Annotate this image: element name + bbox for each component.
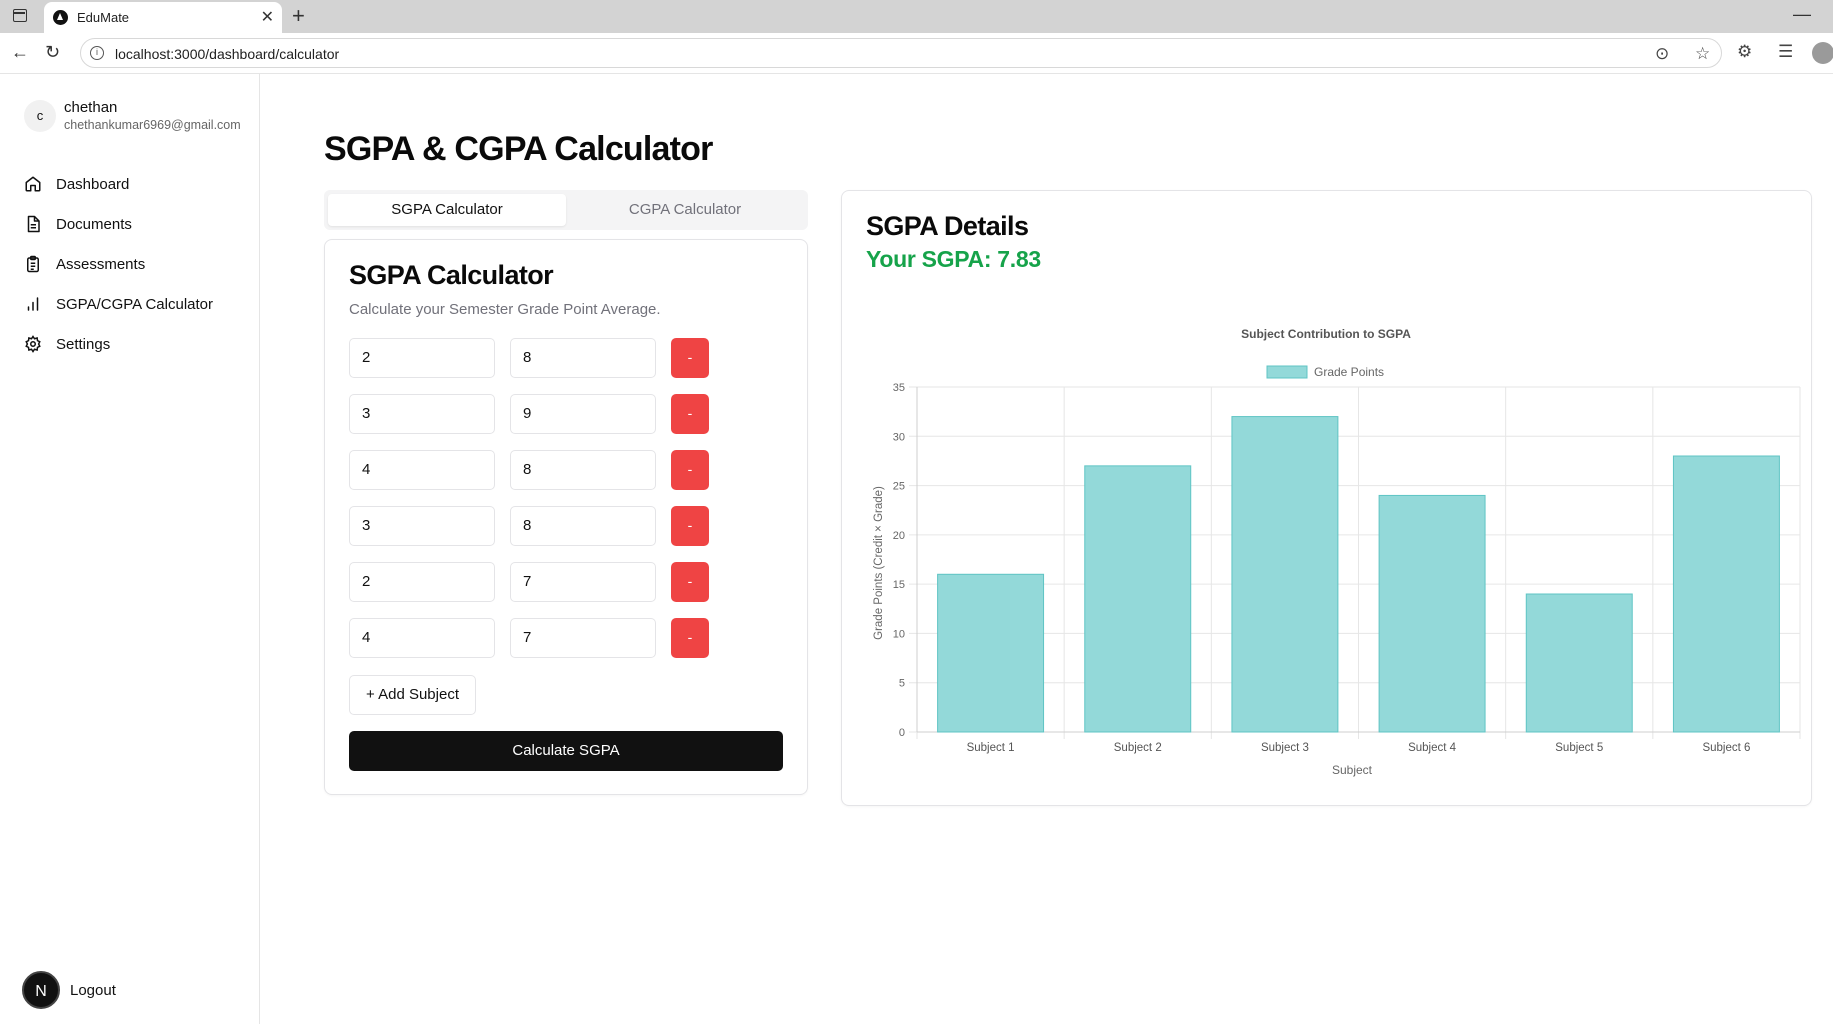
credits-input[interactable]: 4 xyxy=(349,618,495,658)
sidebar-item-label: SGPA/CGPA Calculator xyxy=(56,295,214,313)
reader-mode-icon[interactable]: ⊙ xyxy=(1655,44,1669,64)
sidebar-item-assessments[interactable]: Assessments xyxy=(24,252,244,276)
credits-input[interactable]: 4 xyxy=(349,450,495,490)
clipboard-icon xyxy=(27,255,39,273)
sidebar: c chethan chethankumar6969@gmail.com Das… xyxy=(0,74,260,1024)
remove-subject-button[interactable]: - xyxy=(671,562,709,602)
chart-title: Subject Contribution to SGPA xyxy=(1241,327,1411,341)
favorite-star-icon[interactable]: ☆ xyxy=(1695,44,1710,64)
profile-avatar-icon[interactable] xyxy=(1812,42,1833,64)
tab-sgpa-calculator[interactable]: SGPA Calculator xyxy=(328,194,566,226)
y-axis-label: Grade Points (Credit × Grade) xyxy=(873,486,885,640)
sidebar-item-label: Documents xyxy=(56,215,132,233)
site-info-icon[interactable]: i xyxy=(90,46,104,60)
sidebar-item-documents[interactable]: Documents xyxy=(24,212,244,236)
tab-title: EduMate xyxy=(77,10,130,25)
grade-input[interactable]: 8 xyxy=(510,338,656,378)
calculate-sgpa-button[interactable]: Calculate SGPA xyxy=(349,731,783,771)
favorites-icon[interactable]: ☰ xyxy=(1778,42,1793,62)
calculator-card-title: SGPA Calculator xyxy=(349,260,554,290)
bar-1 xyxy=(937,573,1045,733)
x-axis-label: Subject xyxy=(1332,763,1373,777)
new-tab-icon[interactable]: + xyxy=(292,3,305,29)
y-tick-label: 15 xyxy=(893,579,905,591)
x-tick-label: Subject 5 xyxy=(1555,742,1603,754)
tab-cgpa-calculator[interactable]: CGPA Calculator xyxy=(566,194,804,226)
sidebar-item-dashboard[interactable]: Dashboard xyxy=(24,172,244,196)
logout-button[interactable]: N Logout xyxy=(22,971,116,1009)
user-avatar: c xyxy=(24,100,56,132)
document-icon xyxy=(27,215,40,233)
y-tick-label: 10 xyxy=(893,628,905,640)
grade-input[interactable]: 9 xyxy=(510,394,656,434)
minimize-icon[interactable]: — xyxy=(1793,4,1811,25)
grade-input[interactable]: 7 xyxy=(510,562,656,602)
sidebar-item-label: Settings xyxy=(56,335,111,353)
bar-4 xyxy=(1378,494,1486,733)
y-tick-label: 30 xyxy=(893,431,905,443)
calculator-tabs: SGPA Calculator CGPA Calculator xyxy=(324,190,808,230)
credits-input[interactable]: 2 xyxy=(349,562,495,602)
credits-input[interactable]: 3 xyxy=(349,506,495,546)
sidebar-item-settings[interactable]: Settings xyxy=(24,332,244,356)
credits-input[interactable]: 3 xyxy=(349,394,495,434)
subject-contribution-chart: Subject Contribution to SGPA Grade Point… xyxy=(873,327,1801,777)
x-tick-label: Subject 6 xyxy=(1702,742,1750,754)
remove-subject-button[interactable]: - xyxy=(671,394,709,434)
remove-subject-button[interactable]: - xyxy=(671,338,709,378)
sidebar-item-calculator[interactable]: SGPA/CGPA Calculator xyxy=(24,292,244,316)
grade-input[interactable]: 8 xyxy=(510,506,656,546)
page-title: SGPA & CGPA Calculator xyxy=(324,130,713,168)
logout-avatar: N xyxy=(22,971,60,1009)
browser-tab-bar: EduMate ✕ + — xyxy=(0,0,1833,33)
y-tick-label: 0 xyxy=(899,727,905,739)
user-email: chethankumar6969@gmail.com xyxy=(64,118,241,132)
gear-icon xyxy=(25,335,41,353)
sidebar-item-label: Dashboard xyxy=(56,175,130,193)
url-text[interactable]: localhost:3000/dashboard/calculator xyxy=(115,46,339,62)
user-name: chethan xyxy=(64,99,118,116)
bar-chart-icon xyxy=(27,297,39,311)
add-subject-button[interactable]: + Add Subject xyxy=(349,675,476,715)
x-tick-label: Subject 4 xyxy=(1408,742,1457,754)
remove-subject-button[interactable]: - xyxy=(671,506,709,546)
grade-input[interactable]: 7 xyxy=(510,618,656,658)
remove-subject-button[interactable]: - xyxy=(671,450,709,490)
y-tick-label: 20 xyxy=(893,530,905,542)
x-tick-label: Subject 3 xyxy=(1261,742,1309,754)
x-tick-label: Subject 1 xyxy=(967,742,1015,754)
home-icon xyxy=(25,176,41,192)
y-tick-label: 25 xyxy=(893,481,905,493)
browser-tab[interactable]: EduMate ✕ xyxy=(44,2,282,33)
close-tab-icon[interactable]: ✕ xyxy=(261,7,274,27)
bar-5 xyxy=(1525,593,1633,733)
grade-input[interactable]: 8 xyxy=(510,450,656,490)
y-tick-label: 35 xyxy=(893,382,905,394)
bar-6 xyxy=(1672,455,1780,733)
reload-icon[interactable]: ↻ xyxy=(45,42,60,63)
bar-2 xyxy=(1084,465,1192,733)
sgpa-calculator-card: SGPA Calculator Calculate your Semester … xyxy=(324,239,808,795)
legend-label: Grade Points xyxy=(1314,365,1384,379)
sidebar-item-label: Assessments xyxy=(56,255,146,273)
window-menu-icon[interactable] xyxy=(13,9,27,22)
extensions-icon[interactable]: ⚙ xyxy=(1737,42,1752,62)
x-tick-label: Subject 2 xyxy=(1114,742,1162,754)
logout-label: Logout xyxy=(70,981,116,999)
site-logo-icon xyxy=(53,10,68,25)
address-bar-row: ← ↻ i localhost:3000/dashboard/calculato… xyxy=(0,33,1833,74)
bar-3 xyxy=(1231,416,1339,733)
sgpa-details-card: SGPA Details Your SGPA: 7.83 Subject Con… xyxy=(841,190,1812,806)
back-icon[interactable]: ← xyxy=(11,42,29,63)
address-bar[interactable]: i localhost:3000/dashboard/calculator ⊙ … xyxy=(80,38,1722,68)
calculator-card-description: Calculate your Semester Grade Point Aver… xyxy=(349,301,661,318)
legend-swatch xyxy=(1266,365,1308,379)
y-tick-label: 5 xyxy=(899,678,905,690)
credits-input[interactable]: 2 xyxy=(349,338,495,378)
remove-subject-button[interactable]: - xyxy=(671,618,709,658)
